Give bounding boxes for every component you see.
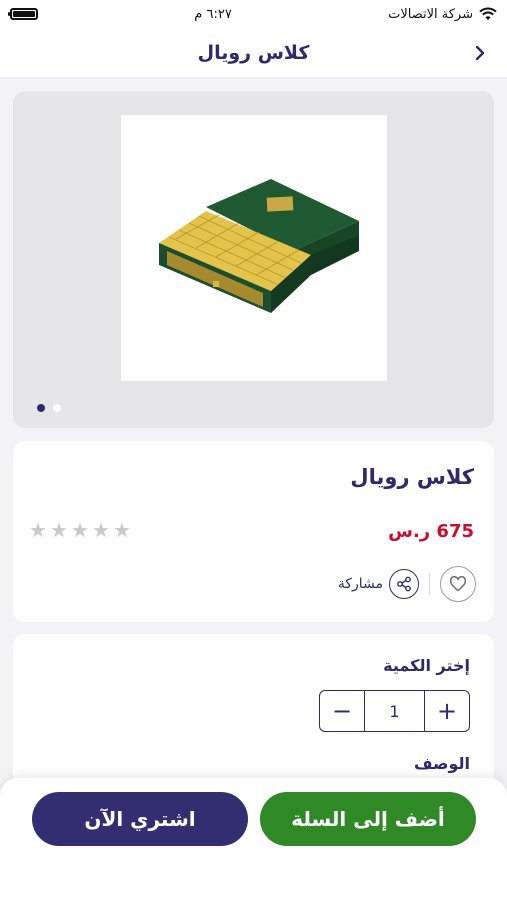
share-label: مشاركة [337, 576, 383, 592]
nav-header: كلاس رويال [0, 28, 507, 78]
quantity-label: إختر الكمية [383, 656, 470, 675]
star-icon[interactable]: ★ [113, 520, 133, 540]
rating-stars: ★ ★ ★ ★ ★ [29, 520, 133, 540]
chevron-right-icon [475, 45, 485, 61]
status-time: ٦:٢٧ م [194, 6, 232, 22]
description-label: الوصف [413, 754, 470, 773]
gallery-dot-2[interactable] [53, 404, 61, 412]
carrier-name: شركة الاتصالات [388, 6, 473, 22]
product-actions: مشاركة [338, 566, 476, 602]
product-price: 675 ر.س [388, 521, 474, 542]
actions-divider [429, 573, 430, 595]
back-button[interactable] [467, 40, 493, 66]
star-icon[interactable]: ★ [92, 520, 112, 540]
status-bar: ٦:٢٧ م شركة الاتصالات [0, 0, 507, 28]
share-button[interactable]: مشاركة [338, 569, 419, 599]
share-icon [397, 576, 411, 592]
status-right: شركة الاتصالات [388, 7, 497, 22]
wifi-icon [479, 7, 497, 20]
gallery-pagination [37, 404, 61, 412]
share-icon-wrap [389, 569, 419, 599]
gallery-dot-1[interactable] [37, 404, 45, 412]
favorite-button[interactable] [440, 566, 476, 602]
product-gallery[interactable] [13, 91, 494, 428]
buy-now-button[interactable]: اشتري الآن [32, 792, 248, 846]
add-to-cart-button[interactable]: أضف إلى السلة [260, 792, 476, 846]
quantity-value[interactable]: 1 [364, 691, 425, 731]
product-info-card: كلاس رويال 675 ر.س ★ ★ ★ ★ ★ مشاركة [13, 441, 494, 622]
battery-icon [8, 8, 38, 20]
heart-icon [449, 576, 467, 592]
bottom-action-bar: أضف إلى السلة اشتري الآن [0, 778, 507, 900]
page-title: كلاس رويال [197, 41, 310, 64]
star-icon[interactable]: ★ [50, 520, 70, 540]
quantity-stepper: − 1 + [319, 690, 470, 732]
product-name: كلاس رويال [350, 465, 474, 489]
star-icon[interactable]: ★ [71, 520, 91, 540]
product-image [121, 115, 387, 381]
gold-box-illustration [159, 179, 359, 313]
decrement-button[interactable]: − [320, 691, 364, 731]
star-icon[interactable]: ★ [29, 520, 49, 540]
increment-button[interactable]: + [425, 691, 469, 731]
product-screen: ٦:٢٧ م شركة الاتصالات كلاس رويال كلاس رو… [0, 0, 507, 900]
